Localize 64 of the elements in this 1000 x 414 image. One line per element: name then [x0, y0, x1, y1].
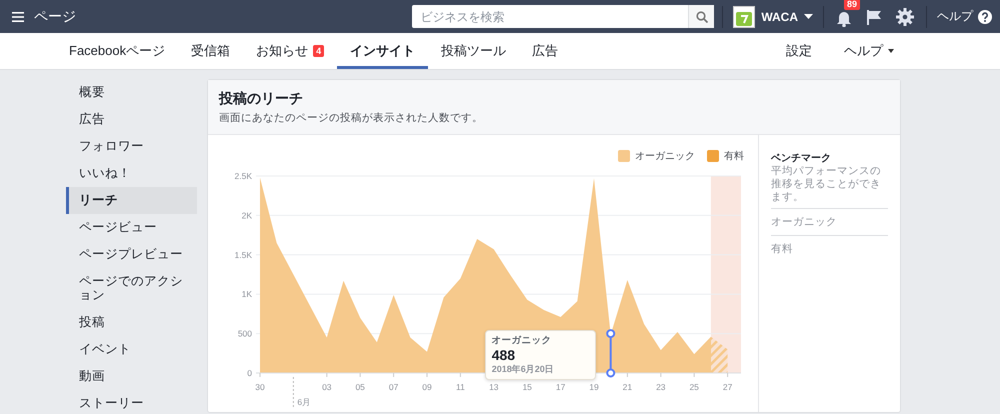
caret-icon[interactable] [888, 49, 894, 53]
card-title: 投稿のリーチ [219, 90, 304, 108]
axis-label: 21 [622, 382, 632, 392]
axis-label: 500 [238, 328, 252, 339]
sidebar-item[interactable]: リーチ [66, 187, 197, 214]
axis-label: 1K [242, 289, 252, 300]
axis-label: 15 [522, 382, 532, 392]
tooltip-date: 2018年6月20日 [492, 363, 555, 376]
axis-label: 19 [589, 382, 599, 392]
card-subtitle: 画面にあなたのページの投稿が表示された人数です。 [219, 111, 484, 125]
benchmark-description: 平均パフォーマンスの推移を見ることができます。 [771, 165, 888, 209]
help-button[interactable]: ヘルプ [937, 8, 992, 25]
axis-label: 2.5K [234, 171, 252, 181]
axis-label: 30 [255, 382, 265, 392]
month-divider [292, 376, 294, 408]
search-icon[interactable] [696, 10, 708, 22]
page-title: ページ [34, 8, 76, 26]
tab[interactable]: 広告 [519, 33, 572, 69]
axis-label: 27 [722, 382, 732, 392]
tooltip-series: オーガニック [492, 334, 553, 347]
sidebar-item[interactable]: いいね！ [66, 160, 197, 187]
sidebar-item[interactable]: ストーリー [66, 390, 197, 414]
axis-label: 07 [388, 382, 398, 392]
account-button[interactable]: WACA [733, 6, 813, 28]
tab[interactable]: 受信箱 [178, 33, 244, 69]
axis-label: 1.5K [234, 250, 252, 260]
count-badge: 4 [313, 45, 324, 57]
tab[interactable]: 設定 [770, 33, 828, 69]
benchmark-title: ベンチマーク [771, 152, 832, 165]
axis-label: 17 [556, 382, 566, 392]
legend-label: 有料 [724, 150, 744, 163]
axis-label: 11 [456, 382, 465, 392]
hover-marker [606, 329, 616, 378]
sidebar-item[interactable]: 広告 [66, 106, 197, 133]
search-field[interactable]: ビジネスを検索 [412, 5, 688, 28]
month-label: 6月 [297, 397, 312, 407]
caret-icon[interactable] [804, 14, 813, 19]
help-icon[interactable] [978, 10, 992, 24]
sidebar-item[interactable]: 投稿 [66, 309, 197, 336]
axis-label: 23 [656, 382, 666, 392]
axis-label: 2K [242, 210, 252, 220]
axis-label: 13 [489, 382, 499, 392]
legend-label: オーガニック [635, 150, 695, 163]
tab[interactable]: お知らせ 4 [243, 33, 338, 69]
tooltip-value: 488 [492, 347, 516, 363]
sidebar-item[interactable]: 概要 [66, 79, 197, 106]
axis-label: 09 [422, 382, 432, 392]
tab[interactable]: インサイト [337, 33, 428, 69]
sidebar-item[interactable]: 動画 [66, 363, 197, 390]
sidebar-item[interactable]: ページプレビュー [66, 241, 197, 268]
axis-label: 03 [322, 382, 332, 392]
search-button[interactable] [688, 5, 714, 28]
sidebar-item[interactable]: イベント [66, 336, 197, 363]
sidebar-item[interactable]: フォロワー [66, 133, 197, 160]
dropdown-tab[interactable]: ヘルプ [828, 33, 910, 69]
axis-label: 05 [355, 382, 365, 392]
axis-label: 25 [689, 382, 699, 392]
axis-label: 0 [247, 368, 252, 378]
logo-icon[interactable] [733, 6, 756, 28]
sidebar-item[interactable]: ページでのアクション [66, 268, 197, 309]
sidebar-item[interactable]: ページビュー [66, 214, 197, 241]
tab[interactable]: 投稿ツール [428, 33, 520, 69]
tab[interactable]: Facebookページ [56, 33, 178, 69]
notification-count: 89 [843, 0, 862, 10]
